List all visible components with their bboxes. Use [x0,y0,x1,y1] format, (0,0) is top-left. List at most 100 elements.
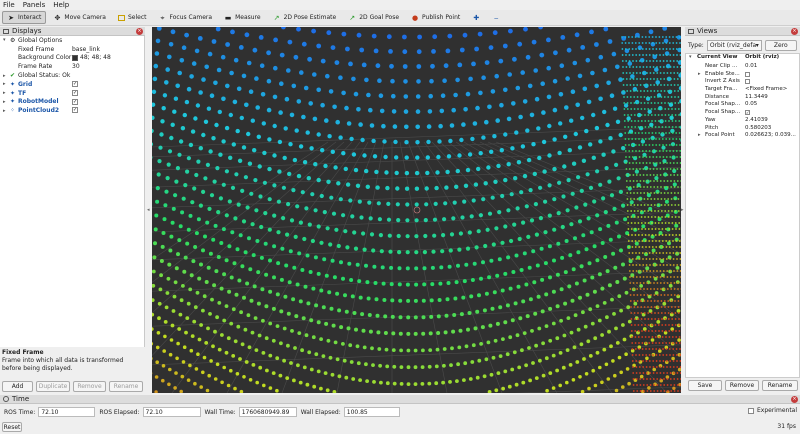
displays-tree: ▾ ⚙ Global Options Fixed Frame base_link… [0,36,145,372]
save-view-button[interactable]: Save [688,380,722,391]
tree-row-tf[interactable]: ▸ ✦ TF ✓ [0,89,144,98]
time-panel: Time × ROS Time: 72.10 ROS Elapsed: 72.1… [0,395,800,434]
view-property-row[interactable]: ▸ Focal Point 0.026623; 0.039... [686,132,799,140]
property-value[interactable]: 0.026623; 0.039... [745,132,796,138]
property-checkbox[interactable] [745,79,750,85]
property-label: Focal Shap... [705,101,741,108]
experimental-checkbox[interactable] [748,408,754,414]
property-value[interactable]: 0.01 [745,63,757,69]
move-camera-icon: ✥ [54,13,61,22]
remove-view-button[interactable]: Remove [725,380,759,391]
goal-pose-tool-button[interactable]: ↗ 2D Goal Pose [343,11,404,24]
measure-tool-button[interactable]: ▬ Measure [219,11,266,24]
menu-panels[interactable]: Panels [23,1,46,9]
tree-row-frame-rate[interactable]: Frame Rate 30 [0,62,144,71]
collapse-right-icon[interactable]: ▸ [681,207,684,213]
menu-file[interactable]: File [3,1,15,9]
property-value[interactable]: 0.05 [745,101,757,107]
view-property-row[interactable]: Target Fra... <Fixed Frame> [686,86,799,94]
publish-point-tool-button[interactable]: ● Publish Point [406,11,465,24]
add-tool-button[interactable]: ✚ [467,11,485,24]
remove-display-button[interactable]: Remove [73,381,106,392]
duplicate-display-button[interactable]: Duplicate [36,381,70,392]
property-value[interactable]: 2.41039 [745,117,768,123]
zero-button[interactable]: Zero [764,39,797,51]
tree-row-global-status[interactable]: ▸ ✔ Global Status: Ok [0,71,144,80]
point-cloud-render [152,27,681,393]
tree-row-global-options[interactable]: ▾ ⚙ Global Options [0,36,144,45]
interact-tool-button[interactable]: ➤ Interact [2,11,47,24]
add-display-button[interactable]: Add [2,381,33,392]
time-panel-title: Time × [0,395,800,404]
expand-arrow-icon[interactable]: ▸ [3,81,6,87]
ros-time-field[interactable]: 72.10 [38,407,96,417]
view-property-rows: Near Clip ... 0.01 ▸ Enable Ste... Invert Z … [686,63,799,140]
measure-icon: ▬ [224,13,232,22]
robot-model-icon: ✦ [10,98,16,106]
view-property-row[interactable]: Pitch 0.580203 [686,125,799,133]
expand-arrow-icon[interactable]: ▸ [3,108,6,114]
view-property-row[interactable]: ▸ Enable Ste... [686,71,799,79]
view-property-row[interactable]: Near Clip ... 0.01 [686,63,799,71]
view-property-row[interactable]: Invert Z Axis [686,78,799,86]
expand-arrow-icon[interactable]: ▸ [3,90,6,96]
close-icon[interactable]: × [791,396,798,403]
left-splitter-handle[interactable]: ◂ [145,27,152,393]
focus-camera-tool-button[interactable]: ⌖ Focus Camera [153,11,217,24]
tf-icon: ✦ [10,89,16,97]
tree-row-background-color[interactable]: Background Color 48; 48; 48 [0,54,144,63]
views-panel: Views × Type: Orbit (rviz_defau ▾ Zero ▾ … [685,27,800,393]
camera-icon [688,28,694,34]
expand-arrow-icon[interactable]: ▾ [3,37,6,43]
expand-arrow-icon[interactable]: ▸ [698,71,701,77]
view-property-row[interactable]: Distance 11.3449 [686,94,799,102]
time-fields-row: ROS Time: 72.10 ROS Elapsed: 72.10 Wall … [4,407,798,417]
collapse-left-icon[interactable]: ◂ [147,207,150,213]
property-checkbox[interactable] [745,71,750,77]
ros-elapsed-field[interactable]: 72.10 [142,407,201,417]
view-type-select[interactable]: Orbit (rviz_defau ▾ [706,39,762,51]
toolbar: ➤ Interact ✥ Move Camera Select ⌖ Focus Cam… [0,10,800,26]
pointcloud-icon: ⁘ [10,107,16,115]
tree-row-current-view[interactable]: ▾ Current View Orbit (rviz) [686,54,799,63]
expand-arrow-icon[interactable]: ▸ [3,99,6,105]
displays-panel-title: Displays × [0,27,145,36]
rename-view-button[interactable]: Rename [762,380,798,391]
expand-arrow-icon[interactable]: ▸ [3,73,6,79]
tree-row-pointcloud2[interactable]: ▸ ⁘ PointCloud2 ✓ [0,106,144,115]
robot-model-enable-checkbox[interactable]: ✓ [72,98,78,105]
view-type-row: Type: Orbit (rviz_defau ▾ Zero [685,38,800,52]
pose-estimate-tool-button[interactable]: ↗ 2D Pose Estimate [268,11,342,24]
property-checkbox[interactable]: ✓ [745,110,750,116]
remove-tool-button[interactable]: ‒ [487,11,505,24]
interact-icon: ➤ [8,13,14,22]
pointcloud-enable-checkbox[interactable]: ✓ [72,107,78,114]
reset-button[interactable]: Reset [2,422,22,432]
select-tool-button[interactable]: Select [113,11,152,24]
grid-enable-checkbox[interactable]: ✓ [72,80,78,87]
clock-icon [3,396,9,402]
property-value[interactable]: 11.3449 [745,94,768,100]
wall-elapsed-field[interactable]: 100.85 [343,407,400,417]
menu-help[interactable]: Help [53,1,69,9]
view-property-row[interactable]: Yaw 2.41039 [686,117,799,125]
close-icon[interactable]: × [791,28,798,35]
tf-enable-checkbox[interactable]: ✓ [72,89,78,96]
close-icon[interactable]: × [136,28,143,35]
expand-arrow-icon[interactable]: ▾ [689,54,692,60]
tree-row-fixed-frame[interactable]: Fixed Frame base_link [0,45,144,54]
move-camera-tool-button[interactable]: ✥ Move Camera [48,11,111,24]
wall-time-field[interactable]: 1760680949.89 [238,407,297,417]
view-property-row[interactable]: Focal Shap... 0.05 [686,101,799,109]
publish-point-icon: ● [411,13,419,22]
view-property-row[interactable]: Focal Shap... ✓ [686,109,799,117]
tree-row-robot-model[interactable]: ▸ ✦ RobotModel ✓ [0,98,144,107]
3d-viewport[interactable] [152,27,681,393]
expand-arrow-icon[interactable]: ▸ [698,132,701,138]
property-label: Focal Point [705,132,735,139]
tree-row-grid[interactable]: ▸ ✦ Grid ✓ [0,80,144,89]
property-value[interactable]: 0.580203 [745,125,771,131]
rename-display-button[interactable]: Rename [109,381,143,392]
property-value[interactable]: <Fixed Frame> [745,86,787,92]
view-properties-tree: ▾ Current View Orbit (rviz) Near Clip ..… [685,53,800,378]
